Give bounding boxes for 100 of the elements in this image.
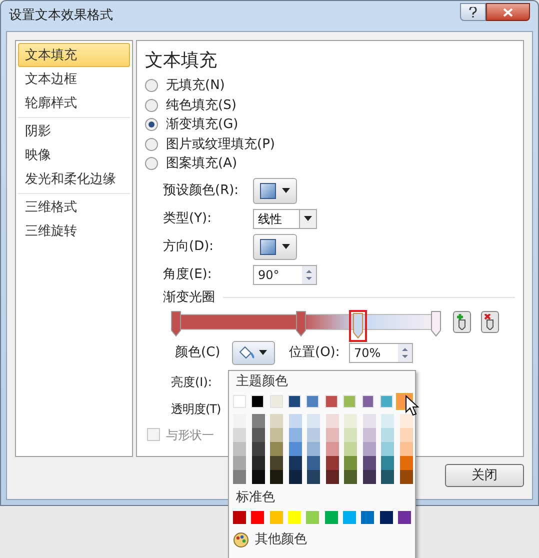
- color-swatch[interactable]: [400, 470, 412, 484]
- color-swatch[interactable]: [381, 414, 394, 428]
- spinner-arrows-icon: [302, 266, 316, 284]
- gradient-picker-button[interactable]: [253, 178, 297, 204]
- color-swatch[interactable]: [307, 456, 320, 470]
- color-swatch[interactable]: [307, 470, 320, 484]
- color-swatch[interactable]: [381, 442, 394, 456]
- color-swatch[interactable]: [400, 414, 412, 428]
- color-swatch[interactable]: [380, 510, 393, 524]
- color-swatch[interactable]: [324, 510, 338, 524]
- color-swatch[interactable]: [362, 456, 376, 470]
- color-swatch[interactable]: [252, 414, 264, 428]
- color-swatch[interactable]: [400, 428, 412, 442]
- close-window-button[interactable]: [486, 3, 530, 21]
- color-swatch[interactable]: [362, 442, 376, 456]
- radio-button[interactable]: [145, 118, 158, 132]
- sidebar-item[interactable]: 文本填充: [18, 43, 130, 67]
- window-title: 设置文本效果格式: [9, 7, 114, 26]
- color-swatch[interactable]: [251, 394, 264, 408]
- color-swatch[interactable]: [326, 442, 338, 456]
- color-swatch[interactable]: [270, 470, 283, 484]
- color-swatch[interactable]: [306, 510, 320, 524]
- sidebar-item[interactable]: 发光和柔化边缘: [18, 167, 130, 191]
- remove-stop-button[interactable]: [481, 310, 499, 332]
- color-swatch[interactable]: [307, 414, 320, 428]
- color-swatch[interactable]: [343, 394, 356, 408]
- color-swatch[interactable]: [288, 442, 302, 456]
- color-swatch[interactable]: [288, 414, 302, 428]
- color-swatch[interactable]: [233, 428, 246, 442]
- sidebar-item[interactable]: 三维旋转: [18, 219, 130, 243]
- color-swatch[interactable]: [362, 470, 376, 484]
- radio-button[interactable]: [145, 98, 158, 112]
- color-swatch[interactable]: [326, 456, 338, 470]
- color-swatch[interactable]: [233, 456, 246, 470]
- color-swatch[interactable]: [344, 470, 357, 484]
- radio-button[interactable]: [145, 157, 158, 170]
- color-swatch[interactable]: [307, 428, 320, 442]
- color-swatch[interactable]: [252, 442, 264, 456]
- color-swatch[interactable]: [270, 394, 283, 408]
- color-swatch[interactable]: [233, 442, 246, 456]
- color-swatch[interactable]: [288, 428, 302, 442]
- more-colors-item[interactable]: 其他颜色: [233, 530, 411, 550]
- close-button[interactable]: 关闭: [445, 464, 524, 487]
- field-label: 角度(E):: [163, 266, 213, 284]
- gradient-picker-button[interactable]: [253, 234, 297, 260]
- color-swatch[interactable]: [398, 510, 411, 524]
- color-swatch[interactable]: [344, 414, 357, 428]
- color-swatch[interactable]: [288, 510, 301, 524]
- color-swatch[interactable]: [381, 428, 394, 442]
- type-dropdown[interactable]: 线性: [253, 208, 317, 228]
- position-spinner[interactable]: 70%: [349, 342, 413, 362]
- color-swatch[interactable]: [288, 456, 302, 470]
- color-swatch[interactable]: [400, 456, 412, 470]
- color-swatch[interactable]: [381, 456, 394, 470]
- color-swatch[interactable]: [326, 414, 338, 428]
- color-swatch[interactable]: [326, 428, 338, 442]
- sidebar-item[interactable]: 阴影: [18, 119, 130, 143]
- color-swatch[interactable]: [380, 394, 393, 408]
- color-swatch[interactable]: [288, 394, 301, 408]
- color-swatch[interactable]: [344, 456, 357, 470]
- color-swatch[interactable]: [307, 442, 320, 456]
- color-swatch[interactable]: [306, 394, 320, 408]
- radio-button[interactable]: [145, 138, 158, 151]
- color-swatch[interactable]: [400, 442, 412, 456]
- color-swatch[interactable]: [288, 470, 302, 484]
- sidebar-item[interactable]: 轮廓样式: [18, 91, 130, 115]
- color-swatch[interactable]: [344, 442, 357, 456]
- help-button[interactable]: [460, 3, 486, 21]
- color-swatch[interactable]: [362, 414, 376, 428]
- sidebar-item[interactable]: 文本边框: [18, 67, 130, 91]
- color-swatch[interactable]: [270, 510, 283, 524]
- color-swatch[interactable]: [251, 510, 264, 524]
- color-swatch[interactable]: [362, 394, 374, 408]
- color-swatch[interactable]: [233, 414, 246, 428]
- gradient-swatch-icon: [260, 182, 276, 198]
- color-swatch[interactable]: [326, 470, 338, 484]
- color-swatch[interactable]: [270, 428, 283, 442]
- color-swatch[interactable]: [252, 470, 264, 484]
- add-stop-button[interactable]: [453, 310, 471, 332]
- color-swatch[interactable]: [362, 428, 376, 442]
- color-swatch[interactable]: [252, 456, 264, 470]
- color-swatch[interactable]: [270, 414, 283, 428]
- color-swatch[interactable]: [343, 510, 356, 524]
- sidebar-item[interactable]: 映像: [18, 143, 130, 167]
- color-swatch[interactable]: [252, 428, 264, 442]
- field-label: 颜色(C): [175, 344, 222, 362]
- radio-button[interactable]: [145, 79, 158, 92]
- color-swatch[interactable]: [233, 510, 246, 524]
- color-swatch[interactable]: [270, 456, 283, 470]
- color-swatch[interactable]: [233, 470, 246, 484]
- color-swatch[interactable]: [324, 394, 338, 408]
- angle-spinner[interactable]: 90°: [253, 264, 317, 284]
- color-swatch[interactable]: [270, 442, 283, 456]
- color-swatch[interactable]: [361, 510, 374, 524]
- color-swatch[interactable]: [381, 470, 394, 484]
- sidebar-item[interactable]: 三维格式: [18, 195, 130, 219]
- gradient-stop-handle[interactable]: [349, 310, 367, 342]
- color-swatch[interactable]: [233, 394, 246, 408]
- fill-color-button[interactable]: [232, 340, 275, 364]
- color-swatch[interactable]: [344, 428, 357, 442]
